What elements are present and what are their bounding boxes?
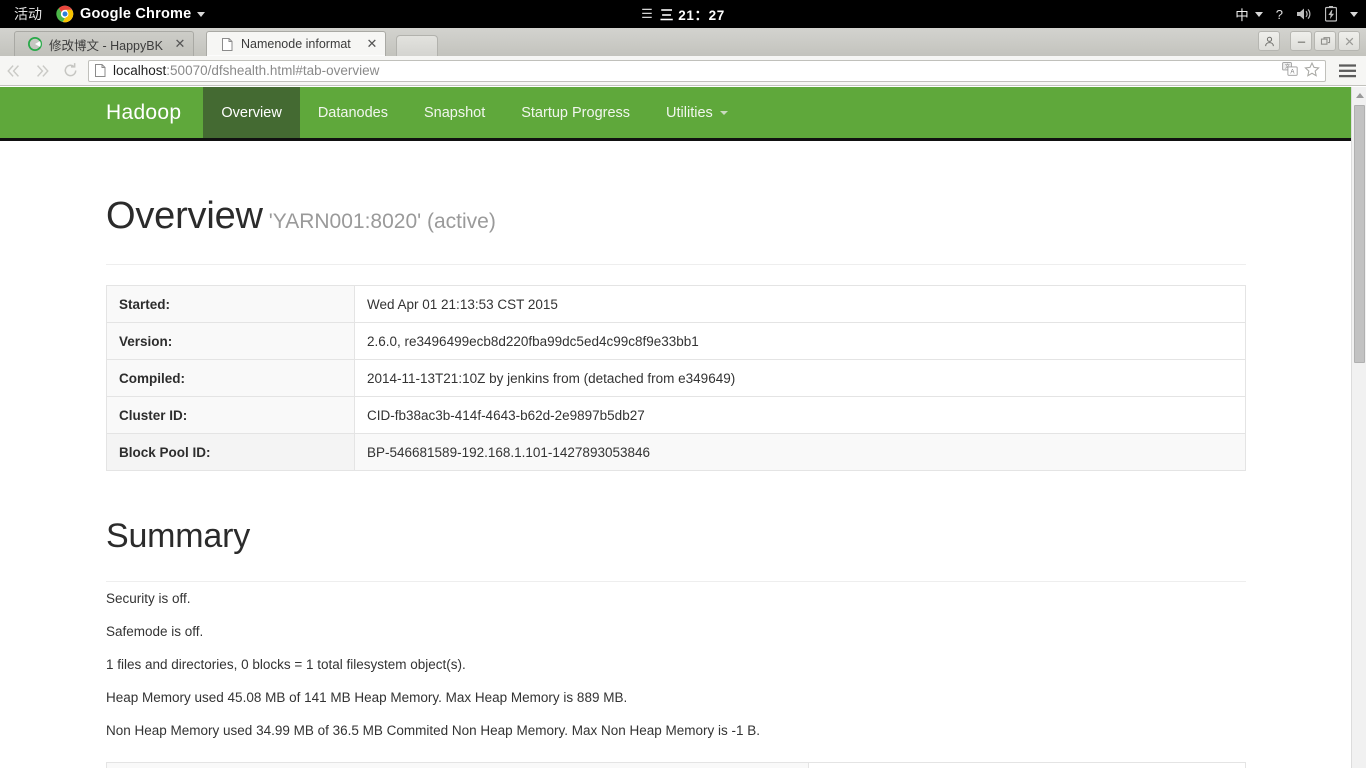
nav-item-utilities[interactable]: Utilities [648,87,746,138]
nav-item-startup-progress[interactable]: Startup Progress [503,87,648,138]
activities-button[interactable]: 活动 [10,4,46,24]
table-cell-key: Started: [106,285,355,323]
browser-tab-active[interactable]: Namenode informat ✕ [206,31,386,56]
summary-line: Heap Memory used 45.08 MB of 141 MB Heap… [106,690,628,705]
help-icon[interactable]: ? [1276,7,1283,22]
table-row: Started: Wed Apr 01 21:13:53 CST 2015 [106,285,1246,323]
translate-icon[interactable]: 文 A [1282,62,1298,79]
address-bar-host: localhost [113,63,167,78]
web-page: Hadoop Overview Datanodes Snapshot Start… [0,87,1351,768]
table-cell-value: BP-546681589-192.168.1.101-1427893053846 [354,433,1246,471]
divider [106,264,1246,265]
page-icon [219,36,235,52]
gnome-status-area[interactable]: 中 ? [1235,0,1358,28]
nav-item-label: Datanodes [317,104,388,121]
browser-tab-title: 修改博文 - HappyBK [49,38,163,53]
back-arrow-icon[interactable] [0,57,28,85]
table-cell-key: Configured Capacity: [106,762,809,768]
page-content: Overview 'YARN001:8020' (active) Started:… [0,141,1351,768]
forward-arrow-icon[interactable] [28,57,56,85]
close-icon[interactable] [1338,31,1360,51]
page-viewport: Hadoop Overview Datanodes Snapshot Start… [0,87,1366,768]
scroll-up-arrow-icon[interactable] [1352,87,1366,103]
address-bar-url: localhost:50070/dfshealth.html#tab-overv… [113,63,379,78]
calendar-icon: ☰ [641,6,653,21]
table-cell-value: CID-fb38ac3b-414f-4643-b62d-2e9897b5db27 [354,396,1246,434]
table-cell-value: 2.6.0, re3496499ecb8d220fba99dc5ed4c99c8… [354,322,1246,360]
table-cell-key: Cluster ID: [106,396,355,434]
new-tab-button[interactable] [396,35,438,56]
chrome-logo-icon [27,36,43,52]
hadoop-navbar: Hadoop Overview Datanodes Snapshot Start… [0,87,1351,141]
document-icon [95,64,106,77]
table-row: Version: 2.6.0, re3496499ecb8d220fba99dc… [106,322,1246,360]
chevron-down-icon [197,11,206,17]
page-title-subtitle: 'YARN001:8020' (active) [268,210,496,233]
window-controls [1258,31,1360,51]
address-bar[interactable]: localhost:50070/dfshealth.html#tab-overv… [88,59,1326,82]
address-bar-path: :50070/dfshealth.html#tab-overview [166,63,380,78]
chevron-down-icon [1254,11,1263,17]
input-method-label: 中 [1235,8,1249,23]
nav-item-datanodes[interactable]: Datanodes [300,87,406,138]
nav-item-label: Startup Progress [521,104,631,121]
nav-item-label: Snapshot [423,104,486,121]
nav-item-overview[interactable]: Overview [203,87,300,138]
page-title: Overview 'YARN001:8020' (active) [106,197,1246,235]
table-cell-value: 34.83 GB [808,762,1246,768]
nav-item-label: Utilities [666,104,713,121]
table-cell-key: Version: [106,322,355,360]
clock-label: 三 21：27 [659,8,725,23]
maximize-icon[interactable] [1314,31,1336,51]
browser-tab-strip: 修改博文 - HappyBK ✕ Namenode informat ✕ [0,28,1366,56]
browser-toolbar: localhost:50070/dfshealth.html#tab-overv… [0,56,1366,86]
input-method-indicator[interactable]: 中 [1235,4,1263,24]
page-title-text: Overview [106,195,263,237]
table-cell-key: Compiled: [106,359,355,397]
app-menu[interactable]: Google Chrome [56,5,206,23]
table-row: Configured Capacity: 34.83 GB [106,762,1246,768]
summary-line: Security is off. [106,591,191,606]
star-icon[interactable] [1304,61,1320,80]
close-icon[interactable]: ✕ [173,37,187,51]
nav-item-snapshot[interactable]: Snapshot [406,87,503,138]
summary-heading: Summary [106,517,251,555]
table-cell-value: Wed Apr 01 21:13:53 CST 2015 [354,285,1246,323]
table-row: Cluster ID: CID-fb38ac3b-414f-4643-b62d-… [106,396,1246,434]
summary-line: Safemode is off. [106,624,204,639]
profile-icon[interactable] [1258,31,1280,51]
chrome-logo-icon [56,5,74,23]
hadoop-brand[interactable]: Hadoop [0,87,203,138]
close-icon[interactable]: ✕ [365,37,379,51]
app-menu-label: Google Chrome [80,6,192,22]
capacity-table: Configured Capacity: 34.83 GB [106,762,1246,768]
battery-charging-icon[interactable] [1325,6,1337,22]
browser-tab[interactable]: 修改博文 - HappyBK ✕ [14,31,194,56]
scrollbar-thumb[interactable] [1354,105,1365,363]
table-cell-key: Block Pool ID: [106,433,355,471]
reload-icon[interactable] [56,57,84,85]
minimize-icon[interactable] [1290,31,1312,51]
chevron-down-icon[interactable] [1350,11,1358,17]
table-row: Compiled: 2014-11-13T21:10Z by jenkins f… [106,359,1246,397]
summary-line: 1 files and directories, 0 blocks = 1 to… [106,657,466,672]
chevron-down-icon [719,110,728,115]
gnome-top-bar: 活动 Google Chrome ☰ 三 21：27 中 ? [0,0,1366,28]
vertical-scrollbar[interactable] [1351,87,1366,768]
summary-line: Non Heap Memory used 34.99 MB of 36.5 MB… [106,723,761,738]
table-cell-value: 2014-11-13T21:10Z by jenkins from (detac… [354,359,1246,397]
browser-tab-title: Namenode informat [241,37,351,51]
hamburger-menu-icon[interactable] [1332,57,1362,85]
table-row: Block Pool ID: BP-546681589-192.168.1.10… [106,433,1246,471]
volume-icon[interactable] [1296,7,1312,21]
overview-info-table: Started: Wed Apr 01 21:13:53 CST 2015 Ve… [106,285,1246,471]
nav-item-label: Overview [221,104,282,121]
